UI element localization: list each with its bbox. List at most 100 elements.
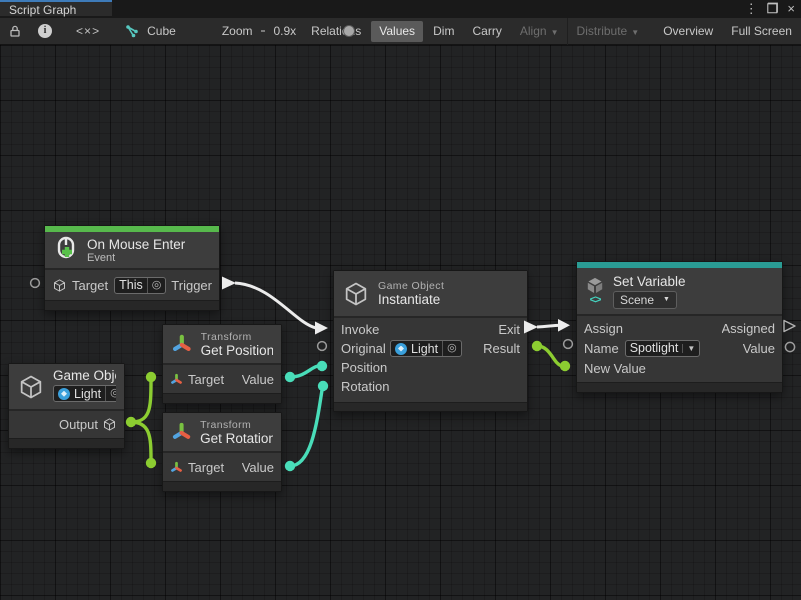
node-set-variable[interactable]: <> Set Variable Scene ▼ Assign Assigned bbox=[576, 261, 783, 393]
port-instantiate-position[interactable] bbox=[317, 361, 327, 371]
node-title: Get Position bbox=[201, 343, 273, 358]
node-category: Transform bbox=[201, 331, 273, 343]
tab-bar: Script Graph ⋮ ❐ × bbox=[0, 0, 801, 18]
wire-get-position-value-to-position[interactable] bbox=[290, 366, 318, 377]
variable-name-dropdown[interactable]: Spotlight ▼ bbox=[625, 340, 701, 357]
values-label: Values bbox=[379, 24, 415, 38]
result-port-label: Result bbox=[483, 341, 520, 356]
port-trigger-out[interactable] bbox=[222, 277, 236, 290]
original-port-label: Original bbox=[341, 341, 390, 356]
fullscreen-label: Full Screen bbox=[731, 24, 792, 38]
game-object-icon bbox=[342, 279, 370, 309]
align-dropdown[interactable]: Align ▼ bbox=[512, 21, 567, 42]
info-button[interactable]: i bbox=[30, 18, 60, 45]
light-object-value: Light bbox=[74, 387, 101, 401]
tab-script-graph[interactable]: Script Graph bbox=[0, 0, 112, 16]
chevron-down-icon: ▼ bbox=[551, 28, 559, 37]
target-object-field[interactable]: This ◎ bbox=[114, 277, 166, 294]
wire-output-to-get-position-target[interactable] bbox=[131, 381, 151, 422]
zoom-slider[interactable] bbox=[261, 25, 266, 37]
wire-get-rotation-value-to-rotation[interactable] bbox=[290, 390, 322, 466]
node-footer bbox=[334, 402, 527, 411]
close-icon[interactable]: × bbox=[787, 2, 795, 16]
port-assigned-out[interactable] bbox=[784, 321, 795, 332]
light-object-field[interactable]: Light ◎ bbox=[53, 385, 116, 402]
wire-arrowhead bbox=[315, 322, 328, 335]
node-footer bbox=[45, 300, 219, 310]
code-view-button[interactable]: <×> bbox=[60, 18, 116, 45]
variable-name-value: Spotlight bbox=[630, 341, 679, 355]
port-get-rotation-value[interactable] bbox=[285, 461, 295, 471]
wire-result-to-new-value[interactable] bbox=[537, 346, 562, 366]
port-on-mouse-enter-target[interactable] bbox=[31, 279, 40, 288]
mouse-event-icon bbox=[53, 236, 79, 264]
node-instantiate[interactable]: Game Object Instantiate Invoke Exit Orig… bbox=[333, 270, 528, 412]
unity-logo-icon bbox=[585, 277, 605, 295]
target-port-label: Target bbox=[188, 460, 224, 475]
unity-object-icon bbox=[58, 388, 70, 400]
values-toggle[interactable]: Values bbox=[371, 21, 423, 42]
exit-port-label: Exit bbox=[498, 322, 520, 337]
zoom-slider-handle[interactable] bbox=[343, 25, 355, 37]
carry-label: Carry bbox=[472, 24, 501, 38]
carry-toggle[interactable]: Carry bbox=[464, 21, 509, 42]
relations-toggle[interactable]: Relations bbox=[303, 21, 369, 42]
node-footer bbox=[9, 438, 124, 448]
port-get-position-value[interactable] bbox=[285, 372, 295, 382]
port-set-variable-name[interactable] bbox=[564, 340, 573, 349]
graph-canvas[interactable]: On Mouse Enter Event Target This ◎ Trigg… bbox=[0, 45, 801, 600]
node-title: Game Object bbox=[53, 368, 116, 383]
lock-button[interactable] bbox=[0, 18, 30, 45]
lock-icon bbox=[8, 24, 22, 38]
object-picker-icon[interactable]: ◎ bbox=[442, 341, 457, 356]
distribute-dropdown[interactable]: Distribute▼ bbox=[569, 21, 648, 42]
node-title: On Mouse Enter bbox=[87, 237, 185, 252]
node-on-mouse-enter[interactable]: On Mouse Enter Event Target This ◎ Trigg… bbox=[44, 225, 220, 311]
transform-icon bbox=[170, 461, 183, 474]
port-get-position-target[interactable] bbox=[146, 372, 156, 382]
port-instantiate-rotation[interactable] bbox=[318, 381, 328, 391]
assign-port-label: Assign bbox=[584, 321, 628, 336]
port-instantiate-original[interactable] bbox=[318, 342, 327, 351]
node-footer bbox=[163, 393, 281, 403]
dim-toggle[interactable]: Dim bbox=[425, 21, 462, 42]
port-set-variable-new-value[interactable] bbox=[560, 361, 570, 371]
port-get-rotation-target[interactable] bbox=[146, 458, 156, 468]
node-get-position[interactable]: Transform Get Position Target Value bbox=[162, 324, 282, 404]
distribute-label: Distribute bbox=[577, 24, 628, 38]
chevron-down-icon[interactable]: ▼ bbox=[682, 344, 695, 353]
object-picker-icon[interactable]: ◎ bbox=[105, 386, 116, 401]
node-title: Instantiate bbox=[378, 292, 444, 307]
graph-icon bbox=[126, 25, 141, 38]
dim-label: Dim bbox=[433, 24, 454, 38]
code-icon: <×> bbox=[76, 24, 100, 38]
variable-scope-dropdown[interactable]: Scene ▼ bbox=[613, 291, 677, 309]
transform-icon bbox=[171, 332, 193, 356]
target-port-label: Target bbox=[188, 372, 224, 387]
graph-breadcrumb[interactable]: Cube bbox=[118, 18, 184, 45]
port-set-variable-value-out[interactable] bbox=[785, 342, 794, 351]
node-subtitle: Event bbox=[87, 252, 185, 264]
info-icon: i bbox=[38, 24, 52, 38]
node-game-object-literal[interactable]: Game Object Light ◎ Output bbox=[8, 363, 125, 449]
original-object-field[interactable]: Light ◎ bbox=[390, 340, 462, 357]
trigger-port-label: Trigger bbox=[171, 278, 212, 293]
port-instantiate-result[interactable] bbox=[532, 341, 542, 351]
maximize-icon[interactable]: ❐ bbox=[767, 2, 779, 16]
wire-trigger-to-invoke[interactable] bbox=[235, 283, 316, 328]
align-label: Align bbox=[520, 24, 547, 38]
fullscreen-button[interactable]: Full Screen bbox=[723, 21, 800, 42]
node-get-rotation[interactable]: Transform Get Rotation Target Value bbox=[162, 412, 282, 492]
name-port-label: Name bbox=[584, 341, 619, 356]
chevron-down-icon: ▼ bbox=[631, 28, 639, 37]
wire-exit-to-assign[interactable] bbox=[537, 325, 560, 327]
wire-output-to-get-rotation-target[interactable] bbox=[131, 422, 151, 459]
output-port-label: Output bbox=[59, 417, 98, 432]
node-title: Get Rotation bbox=[200, 431, 273, 446]
kebab-menu-icon[interactable]: ⋮ bbox=[745, 2, 758, 16]
zoom-label: Zoom bbox=[222, 24, 253, 38]
port-game-object-output[interactable] bbox=[126, 417, 136, 427]
object-picker-icon[interactable]: ◎ bbox=[147, 278, 162, 293]
zoom-slider-track bbox=[261, 30, 266, 32]
overview-button[interactable]: Overview bbox=[655, 21, 721, 42]
